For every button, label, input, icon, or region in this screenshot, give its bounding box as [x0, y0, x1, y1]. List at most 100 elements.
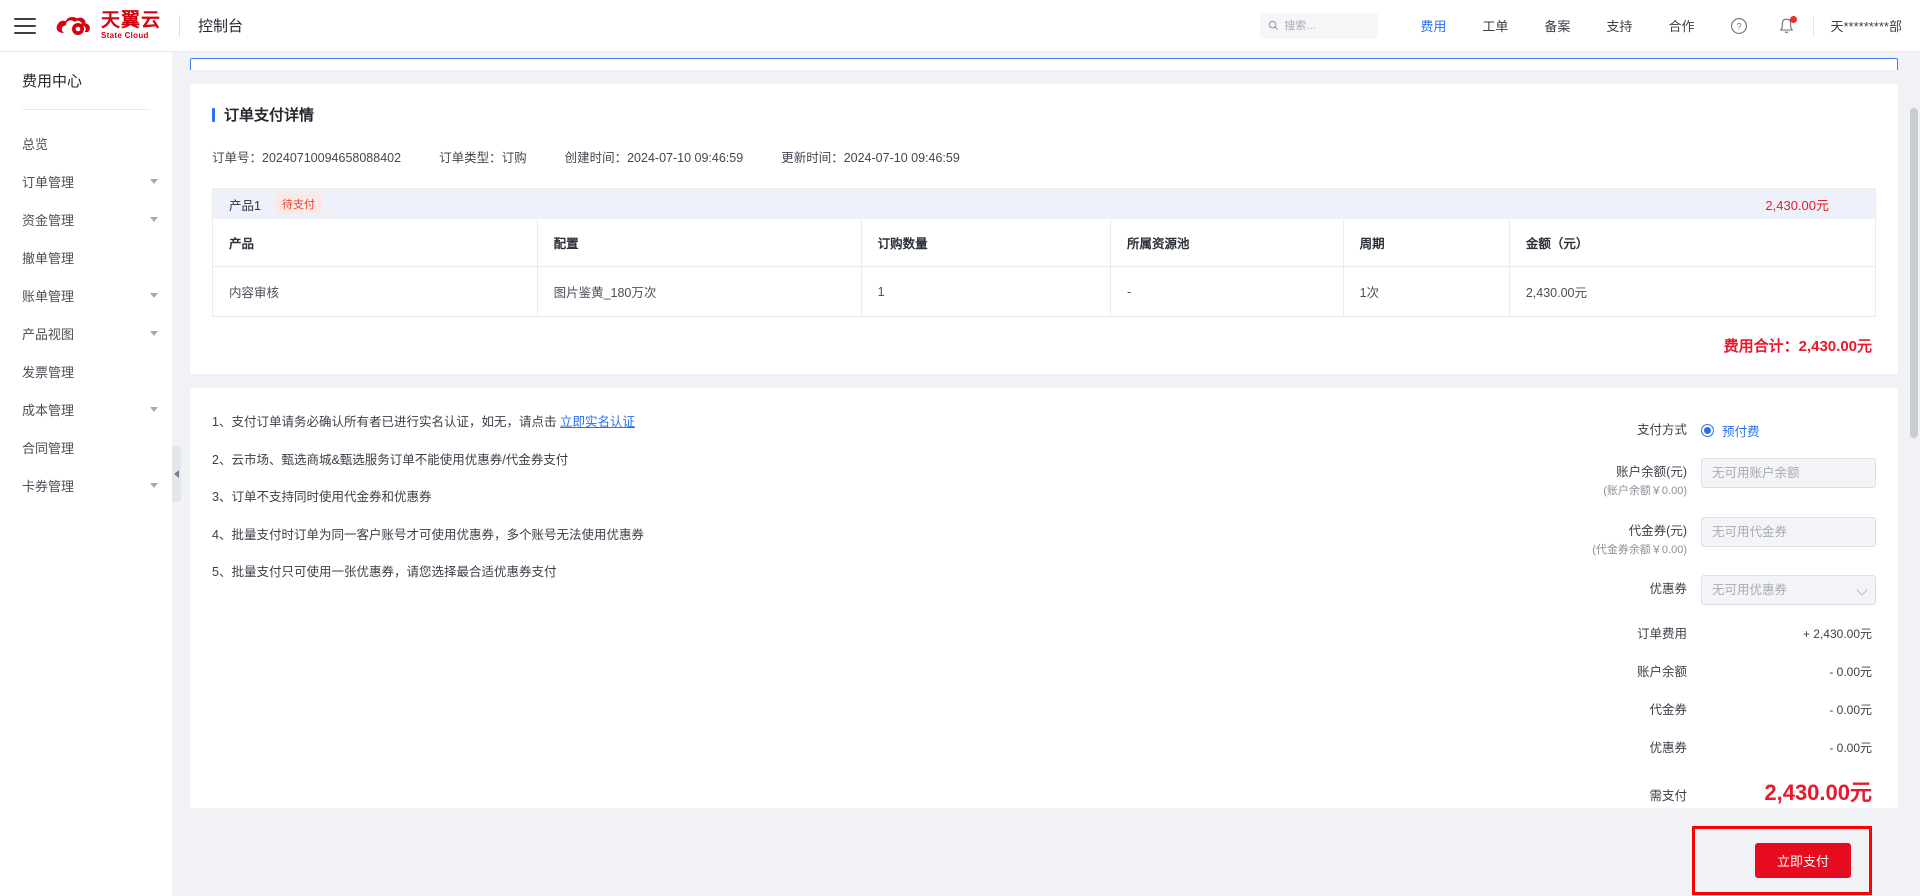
- order-create-time: 创建时间：2024-07-10 09:46:59: [565, 147, 744, 166]
- order-number-value: 20240710094658088402: [262, 151, 402, 165]
- summary-value: - 0.00元: [1829, 665, 1872, 680]
- col-header-quantity: 订购数量: [861, 219, 1111, 267]
- hamburger-menu-icon[interactable]: [14, 17, 36, 34]
- payment-method-radio[interactable]: 预付费: [1701, 416, 1876, 440]
- sidebar-item-contract-management[interactable]: 合同管理: [0, 428, 172, 466]
- summary-coupon: 优惠券 - 0.00元: [1406, 737, 1876, 756]
- note-text: 批量支付只可使用一张优惠券，请您选择最合适优惠券支付: [231, 565, 557, 579]
- logo-text-en: State Cloud: [101, 31, 149, 40]
- sidebar-item-product-view[interactable]: 产品视图: [0, 314, 172, 352]
- nav-item-support[interactable]: 支持: [1606, 16, 1632, 35]
- sidebar-item-coupon-management[interactable]: 卡券管理: [0, 466, 172, 504]
- payment-notes-list: 1、支付订单请务必确认所有者已进行实名认证，如无，请点击 立即实名认证 2、云市…: [212, 414, 1077, 792]
- nav-item-icp[interactable]: 备案: [1544, 16, 1570, 35]
- pay-now-button[interactable]: 立即支付: [1754, 843, 1851, 879]
- nav-item-partner[interactable]: 合作: [1668, 16, 1694, 35]
- col-header-config: 配置: [537, 219, 862, 267]
- list-item: 5、批量支付只可使用一张优惠券，请您选择最合适优惠券支付: [212, 564, 1077, 582]
- summary-label: 账户余额: [1636, 665, 1687, 680]
- payment-card: 1、支付订单请务必确认所有者已进行实名认证，如无，请点击 立即实名认证 2、云市…: [190, 388, 1898, 896]
- page-title: 订单支付详情: [212, 104, 1876, 125]
- voucher-sublabel: (代金券余额￥0.00): [1592, 543, 1687, 556]
- summary-voucher: 代金券 - 0.00元: [1406, 699, 1876, 718]
- col-header-resource-pool: 所属资源池: [1110, 219, 1344, 267]
- chevron-down-icon: [150, 178, 158, 184]
- note-index: 4、: [212, 527, 232, 542]
- help-button[interactable]: ?: [1730, 17, 1748, 35]
- summary-order-fee: 订单费用 + 2,430.00元: [1406, 623, 1876, 642]
- account-balance-label: 账户余额(元) (账户余额￥0.00): [1551, 458, 1701, 499]
- coupon-row: 优惠券: [1406, 575, 1876, 606]
- search-input[interactable]: [1284, 19, 1371, 32]
- order-update-time-label: 更新时间：: [781, 151, 844, 165]
- sidebar-item-label: 成本管理: [22, 402, 75, 418]
- brand-logo[interactable]: 天翼云 State Cloud: [54, 11, 161, 40]
- sidebar-item-cost-management[interactable]: 成本管理: [0, 390, 172, 428]
- account-balance-sublabel: (账户余额￥0.00): [1603, 484, 1687, 497]
- header-divider-2: [1813, 15, 1815, 36]
- order-type-value: 订购: [501, 151, 527, 165]
- chevron-down-icon: [150, 330, 158, 336]
- sidebar-item-overview[interactable]: 总览: [0, 124, 172, 162]
- coupon-select[interactable]: [1701, 575, 1876, 606]
- nav-item-fee[interactable]: 费用: [1420, 16, 1446, 35]
- svg-text:?: ?: [1737, 21, 1742, 31]
- sidebar-divider: [22, 109, 150, 110]
- user-account-name[interactable]: 天*********部: [1830, 16, 1902, 35]
- account-balance-row: 账户余额(元) (账户余额￥0.00): [1406, 458, 1876, 499]
- sidebar-item-order-management[interactable]: 订单管理: [0, 162, 172, 200]
- header-right-group: 费用 工单 备案 支持 合作 ? 天*********部: [1260, 12, 1920, 39]
- order-number: 订单号：20240710094658088402: [212, 147, 401, 166]
- coupon-label: 优惠券: [1649, 582, 1687, 597]
- top-header: 天翼云 State Cloud 控制台 费用 工单 备案 支持 合作 ?: [0, 0, 1920, 52]
- nav-item-ticket[interactable]: 工单: [1482, 16, 1508, 35]
- note-text: 支付订单请务必确认所有者已进行实名认证，如无，请点击: [231, 415, 560, 429]
- list-item: 1、支付订单请务必确认所有者已进行实名认证，如无，请点击 立即实名认证: [212, 414, 1077, 432]
- note-index: 2、: [212, 452, 232, 467]
- voucher-input[interactable]: [1701, 516, 1876, 547]
- sidebar-item-bill-management[interactable]: 账单管理: [0, 276, 172, 314]
- summary-value: + 2,430.00元: [1802, 627, 1872, 642]
- cell-quantity: 1: [861, 266, 1111, 316]
- order-detail-card: 订单支付详情 订单号：20240710094658088402 订单类型：订购 …: [190, 84, 1898, 374]
- radio-icon: [1701, 424, 1714, 437]
- page-layout: 费用中心 总览 订单管理 资金管理 撤单管理 账单管理 产品视图 发票管理 成本…: [0, 52, 1920, 896]
- order-create-time-value: 2024-07-10 09:46:59: [627, 151, 744, 165]
- question-circle-icon: ?: [1731, 17, 1748, 34]
- account-balance-input[interactable]: [1701, 458, 1876, 488]
- search-icon: [1269, 20, 1279, 31]
- order-type: 订单类型：订购: [439, 147, 527, 166]
- page-scrollbar[interactable]: [1910, 108, 1918, 438]
- sidebar-title: 费用中心: [22, 73, 83, 90]
- summary-account-balance: 账户余额 - 0.00元: [1406, 661, 1876, 680]
- page-title-text: 订单支付详情: [224, 107, 315, 124]
- sidebar: 费用中心 总览 订单管理 资金管理 撤单管理 账单管理 产品视图 发票管理 成本…: [0, 52, 181, 896]
- cloud-logo-icon: [56, 16, 90, 35]
- cell-resource-pool: -: [1110, 266, 1344, 316]
- sidebar-item-label: 总览: [22, 136, 49, 152]
- sidebar-item-label: 卡券管理: [22, 478, 75, 494]
- sidebar-item-invoice-management[interactable]: 发票管理: [0, 352, 172, 390]
- payment-method-row: 支付方式 预付费: [1406, 416, 1876, 440]
- list-item: 4、批量支付时订单为同一客户账号才可使用优惠券，多个账号无法使用优惠券: [212, 527, 1077, 545]
- payment-panel: 支付方式 预付费 账户余额(元) (账户余额￥0.00) 无可用账户余额 代金券…: [1406, 414, 1876, 896]
- list-item: 2、云市场、甄选商城&甄选服务订单不能使用优惠券/代金券支付: [212, 452, 1077, 470]
- summary-value: - 0.00元: [1829, 741, 1872, 756]
- global-search-box[interactable]: [1260, 12, 1379, 39]
- table-row: 内容审核 图片鉴黄_180万次 1 - 1次 2,430.00元: [213, 266, 1875, 316]
- sidebar-item-label: 合同管理: [22, 440, 75, 456]
- order-total-label: 费用合计：: [1723, 338, 1799, 355]
- chevron-down-icon: [150, 482, 158, 488]
- sidebar-collapse-handle[interactable]: [172, 446, 181, 502]
- header-divider: [179, 14, 181, 37]
- sidebar-item-cancel-management[interactable]: 撤单管理: [0, 238, 172, 276]
- pay-button-area: 立即支付: [1406, 826, 1876, 896]
- sidebar-item-fund-management[interactable]: 资金管理: [0, 200, 172, 238]
- order-items-table: 产品 配置 订购数量 所属资源池 周期 金额（元） 内容审核 图片鉴黄_180万…: [213, 219, 1875, 316]
- sidebar-item-label: 撤单管理: [22, 250, 75, 266]
- realname-auth-link[interactable]: 立即实名认证: [560, 415, 635, 429]
- summary-value: - 0.00元: [1829, 703, 1872, 718]
- notifications-button[interactable]: [1778, 15, 1798, 35]
- amount-due-value: 2,430.00元: [1764, 780, 1872, 806]
- coupon-select-wrapper[interactable]: [1701, 575, 1876, 606]
